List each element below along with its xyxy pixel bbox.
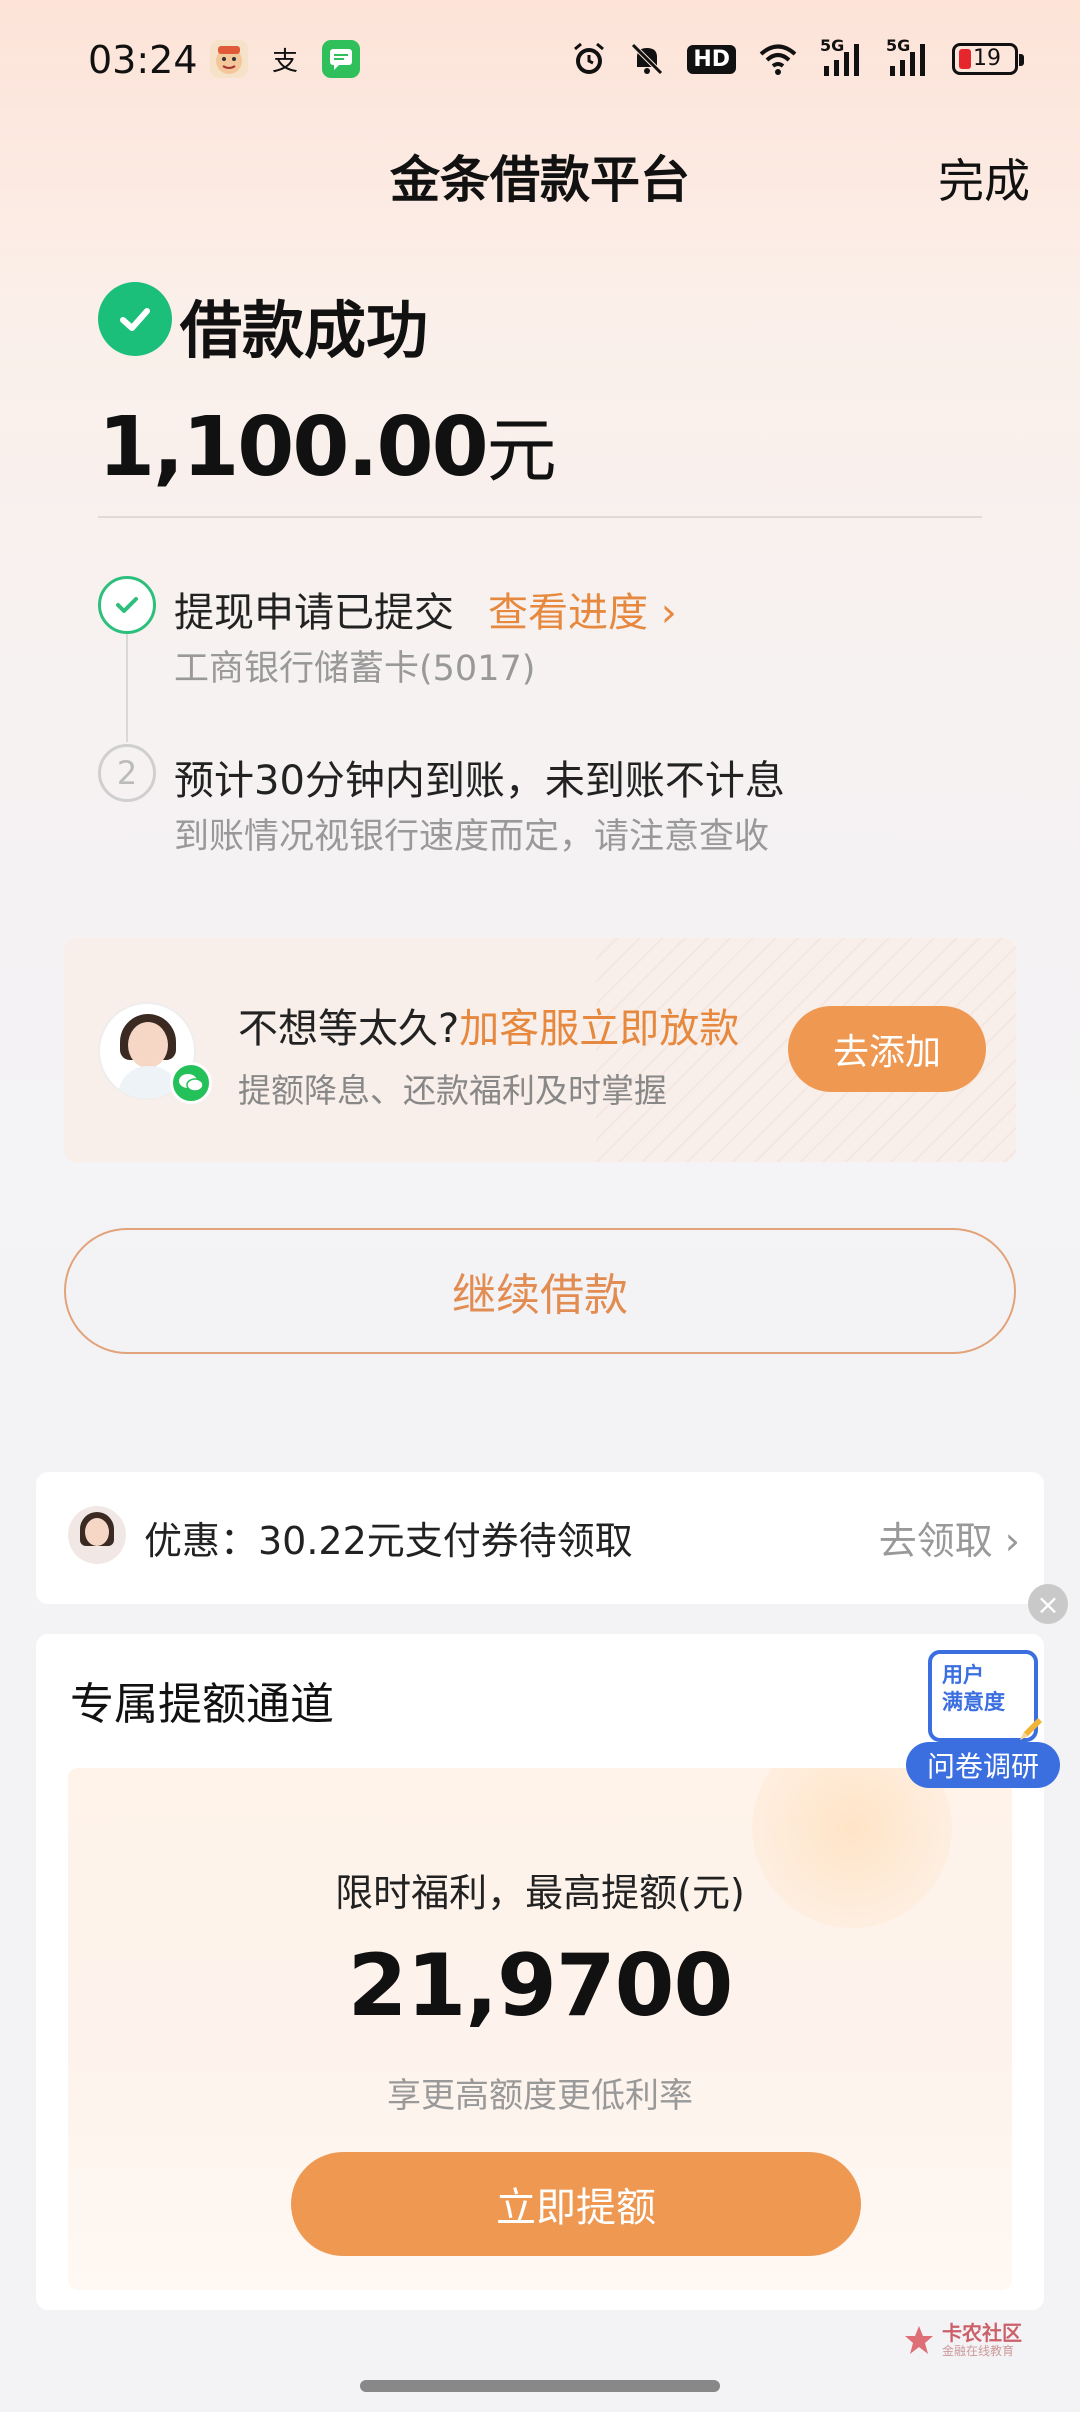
step-done-check-icon <box>98 576 156 634</box>
signal-5g-icon: 5G <box>820 36 864 78</box>
done-button[interactable]: 完成 <box>938 145 1030 211</box>
coupon-avatar <box>68 1506 126 1564</box>
battery-level-text: 19 <box>973 46 1001 71</box>
battery-level-fill <box>959 49 971 69</box>
alipay-icon: 支 <box>271 46 298 77</box>
claim-coupon-link[interactable]: 去领取 › <box>879 1510 1020 1565</box>
service-title-highlight: 加客服立即放款 <box>459 1006 740 1052</box>
survey-doc-line2: 满意度 <box>942 1690 1005 1714</box>
limit-offer-label: 限时福利，最高提额(元) <box>335 1871 745 1915</box>
status-indicators: HD 5G 5G 19 <box>571 36 1024 78</box>
survey-doc-line1: 用户 <box>942 1663 984 1687</box>
step-1-title: 提现申请已提交 <box>174 590 454 636</box>
messages-icon <box>322 40 360 78</box>
service-card-title: 不想等太久?加客服立即放款 <box>238 996 739 1054</box>
divider <box>98 516 982 518</box>
status-bar: 03:24 支 HD 5G 5G 19 <box>0 0 1080 120</box>
step-1-subtitle: 工商银行储蓄卡(5017) <box>174 649 536 689</box>
signal-5g-icon: 5G <box>886 36 930 78</box>
step-2-number: 2 <box>98 744 156 802</box>
battery-icon: 19 <box>952 43 1024 75</box>
success-check-icon <box>98 282 172 356</box>
survey-float-button[interactable]: 用户满意度 问卷调研 <box>906 1650 1060 1788</box>
pencil-icon <box>1020 1718 1042 1740</box>
watermark-sub: 金融在线教育 <box>942 2344 1015 2358</box>
step-connector <box>126 632 128 742</box>
limit-offer-note: 享更高额度更低利率 <box>387 2076 693 2116</box>
exclusive-card-title: 专属提额通道 <box>70 1679 334 1730</box>
service-title-prefix: 不想等太久? <box>238 1006 460 1052</box>
survey-doc-icon: 用户 满意度 <box>928 1650 1042 1742</box>
raise-limit-button[interactable]: 立即提额 <box>291 2152 861 2256</box>
loan-amount-unit: 元 <box>486 410 557 492</box>
page-title: 金条借款平台 <box>390 151 690 209</box>
step-2-title: 预计30分钟内到账，未到账不计息 <box>174 758 785 804</box>
service-card-subtitle: 提额降息、还款福利及时掌握 <box>238 1071 667 1110</box>
loan-status-text: 借款成功 <box>180 294 429 367</box>
status-time: 03:24 <box>88 38 198 82</box>
loan-amount: 1,100.00元 <box>98 395 557 496</box>
continue-borrow-button[interactable]: 继续借款 <box>64 1228 1016 1354</box>
watermark: 卡农社区 金融在线教育 <box>902 2322 1022 2358</box>
mute-icon <box>629 40 665 78</box>
emoji-app-icon <box>210 40 248 78</box>
view-progress-link[interactable]: 查看进度 › <box>488 580 677 638</box>
kanong-logo-icon <box>905 2326 933 2354</box>
customer-service-card: 不想等太久?加客服立即放款 提额降息、还款福利及时掌握 去添加 <box>64 938 1016 1162</box>
coupon-text: 优惠：30.22元支付券待领取 <box>144 1519 633 1563</box>
hd-icon: HD <box>687 40 736 78</box>
close-icon[interactable]: × <box>1028 1584 1068 1624</box>
home-indicator[interactable] <box>360 2380 720 2392</box>
loan-amount-value: 1,100.00 <box>98 400 489 495</box>
add-service-button[interactable]: 去添加 <box>788 1006 986 1092</box>
watermark-name: 卡农社区 <box>942 2321 1022 2345</box>
coupon-row[interactable]: 优惠：30.22元支付券待领取 去领取 › <box>36 1472 1044 1604</box>
alarm-icon <box>571 40 607 78</box>
survey-tag: 问卷调研 <box>906 1742 1060 1788</box>
wechat-icon <box>170 1062 212 1104</box>
limit-offer-amount: 21,9700 <box>347 1936 734 2036</box>
exclusive-limit-card: 专属提额通道 限时福利，最高提额(元) 21,9700 享更高额度更低利率 立即… <box>36 1634 1044 2310</box>
wifi-icon <box>758 40 798 78</box>
status-app-icons: 支 <box>210 40 360 78</box>
limit-offer-panel: 限时福利，最高提额(元) 21,9700 享更高额度更低利率 立即提额 <box>68 1768 1012 2290</box>
step-2-subtitle: 到账情况视银行速度而定，请注意查收 <box>174 817 770 857</box>
